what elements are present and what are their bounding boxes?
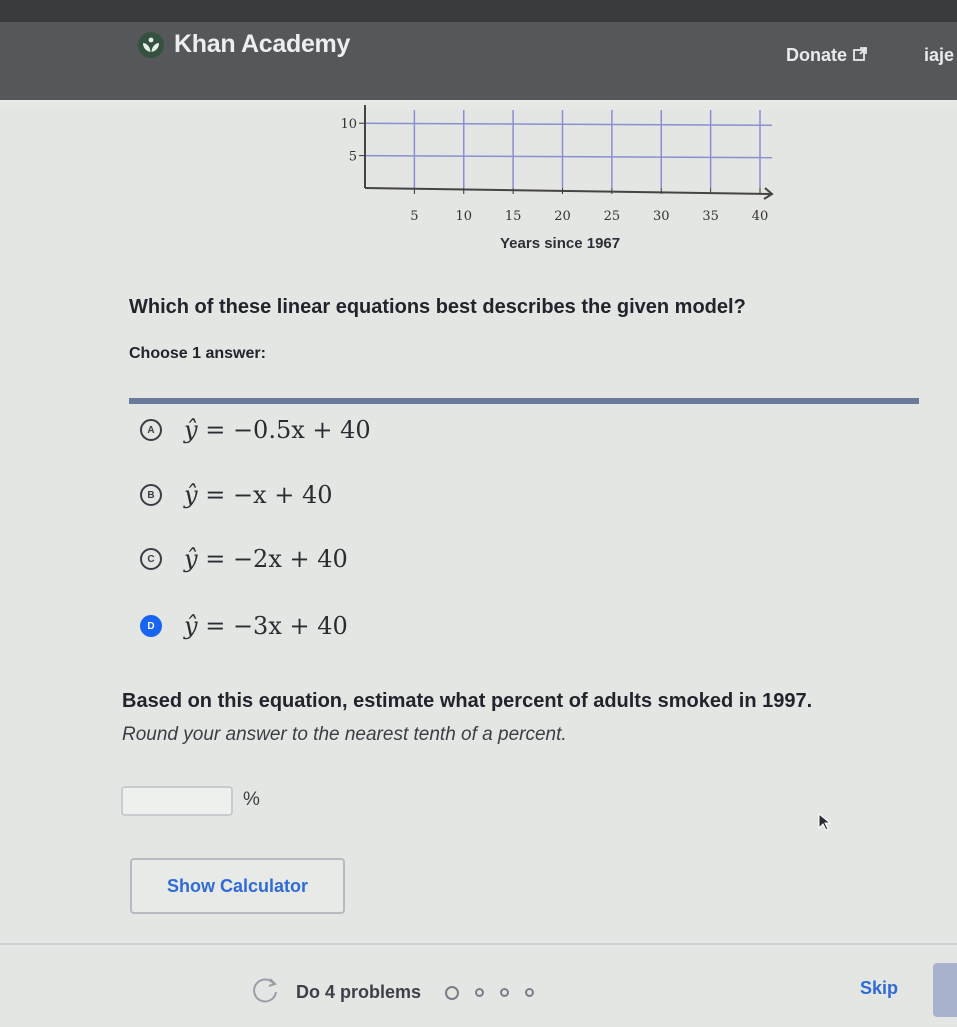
equation-rhs: = −0.5x + 40 <box>205 416 371 444</box>
show-calculator-button[interactable]: Show Calculator <box>130 858 345 914</box>
equation-rhs: = −2x + 40 <box>205 545 348 573</box>
choice-c-radio[interactable]: C <box>140 548 162 570</box>
percent-answer-input[interactable] <box>121 786 233 816</box>
y-tick-label: 10 <box>340 117 357 132</box>
app-title: Khan Academy <box>174 30 351 58</box>
choice-b-equation: ŷ = −x + 40 <box>184 481 333 509</box>
choice-a-radio[interactable]: A <box>140 419 162 441</box>
x-tick-label: 15 <box>505 209 522 224</box>
choice-c[interactable]: C ŷ = −2x + 40 <box>140 545 348 573</box>
choice-b[interactable]: B ŷ = −x + 40 <box>140 481 333 509</box>
choice-d[interactable]: D ŷ = −3x + 40 <box>140 612 348 640</box>
y-hat: ŷ <box>184 481 198 509</box>
y-tick-label: 5 <box>349 150 357 165</box>
y-hat: ŷ <box>184 416 198 444</box>
skip-button[interactable]: Skip <box>860 978 898 999</box>
choices-divider <box>129 398 919 404</box>
choice-c-equation: ŷ = −2x + 40 <box>184 545 348 573</box>
progress-dot-current <box>445 985 460 1000</box>
choice-a-equation: ŷ = −0.5x + 40 <box>184 416 371 444</box>
mouse-cursor-icon <box>818 812 832 836</box>
y-hat: ŷ <box>184 612 198 640</box>
progress-dot <box>475 988 485 997</box>
part2-prompt: Based on this equation, estimate what pe… <box>122 690 813 712</box>
x-tick-label: 35 <box>702 209 719 224</box>
footer-divider <box>0 943 957 945</box>
external-link-icon <box>853 45 867 66</box>
reload-icon <box>250 975 282 1010</box>
choose-instruction: Choose 1 answer: <box>129 345 266 362</box>
chart-x-axis-label: Years since 1967 <box>500 235 621 252</box>
khan-academy-logo[interactable]: Khan Academy <box>138 30 350 59</box>
choice-d-radio-selected[interactable]: D <box>140 615 162 637</box>
progress-label: Do 4 problems <box>296 982 422 1002</box>
user-menu[interactable]: iaje <box>924 45 954 66</box>
equation-rhs: = −x + 40 <box>205 481 333 509</box>
progress-footer: Do 4 problems <box>250 975 535 1010</box>
chart: 5 10 15 20 25 30 35 40 5 10 <box>340 105 774 224</box>
x-tick-label: 25 <box>604 209 621 224</box>
choice-b-radio[interactable]: B <box>140 484 162 506</box>
choice-d-equation: ŷ = −3x + 40 <box>184 612 348 640</box>
equation-rhs: = −3x + 40 <box>205 612 348 640</box>
check-button[interactable] <box>933 963 957 1017</box>
part2-instruction: Round your answer to the nearest tenth o… <box>122 724 567 745</box>
choice-a[interactable]: A ŷ = −0.5x + 40 <box>140 416 371 444</box>
x-tick-label: 10 <box>455 209 472 224</box>
donate-link[interactable]: Donate <box>786 45 867 66</box>
x-tick-label: 5 <box>410 209 418 224</box>
x-tick-label: 40 <box>752 209 769 224</box>
donate-label: Donate <box>786 45 848 65</box>
percent-unit: % <box>243 789 260 810</box>
question-prompt: Which of these linear equations best des… <box>129 296 746 318</box>
progress-dot <box>525 988 535 997</box>
khan-academy-leaf-icon <box>138 31 164 58</box>
x-tick-label: 30 <box>653 209 670 224</box>
progress-dots <box>445 985 535 1000</box>
progress-dot <box>500 988 510 997</box>
x-tick-label: 20 <box>554 209 571 224</box>
y-hat: ŷ <box>184 545 198 573</box>
